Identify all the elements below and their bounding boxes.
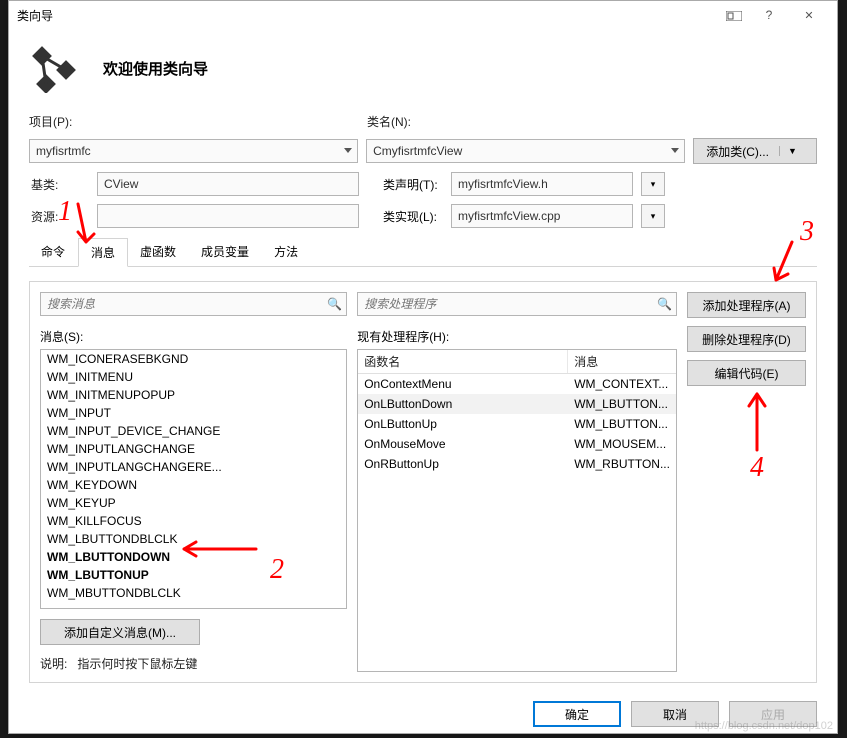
handlers-list-label: 现有处理程序(H): (357, 328, 677, 345)
handler-row[interactable]: OnRButtonUpWM_RBUTTON... (358, 454, 676, 474)
search-handlers: 🔍 (357, 292, 677, 316)
add-handler-button[interactable]: 添加处理程序(A) (687, 292, 806, 318)
description-label: 说明: (40, 657, 67, 671)
message-item[interactable]: WM_MBUTTONDBLCLK (41, 584, 346, 602)
resource-field (97, 204, 359, 228)
message-item[interactable]: WM_INPUTLANGCHANGERE... (41, 458, 346, 476)
tab-pane: 🔍 消息(S): WM_ICONERASEBKGNDWM_INITMENUWM_… (29, 281, 817, 683)
message-item[interactable]: WM_LBUTTONDOWN (41, 548, 346, 566)
help-icon[interactable] (749, 8, 789, 22)
edit-code-button[interactable]: 编辑代码(E) (687, 360, 806, 386)
search-icon[interactable]: 🔍 (657, 297, 672, 311)
classname-label: 类名(N): (367, 113, 687, 130)
delete-handler-button[interactable]: 删除处理程序(D) (687, 326, 806, 352)
tab-messages[interactable]: 消息 (78, 238, 128, 267)
message-item[interactable]: WM_INITMENUPOPUP (41, 386, 346, 404)
message-item[interactable]: WM_INITMENU (41, 368, 346, 386)
handlers-col-fn[interactable]: 函数名 (358, 350, 568, 373)
messages-list-label: 消息(S): (40, 328, 347, 345)
description-row: 说明: 指示何时按下鼠标左键 (40, 655, 347, 672)
handler-fn: OnLButtonUp (358, 415, 568, 433)
search-icon[interactable]: 🔍 (327, 297, 342, 311)
project-select[interactable]: myfisrtmfc (29, 139, 358, 163)
window-state-icon[interactable] (719, 8, 749, 22)
project-label: 项目(P): (29, 113, 359, 130)
chevron-down-icon: ▼ (779, 146, 797, 156)
decl-label: 类声明(T): (383, 176, 443, 193)
impl-label: 类实现(L): (383, 208, 443, 225)
handler-msg: WM_LBUTTON... (568, 415, 676, 433)
handler-fn: OnLButtonDown (358, 395, 568, 413)
add-class-button[interactable]: 添加类(C)...▼ (693, 138, 817, 164)
dialog-title: 欢迎使用类向导 (103, 58, 208, 79)
message-item[interactable]: WM_LBUTTONDBLCLK (41, 530, 346, 548)
messages-list[interactable]: WM_ICONERASEBKGNDWM_INITMENUWM_INITMENUP… (40, 349, 347, 609)
handler-row[interactable]: OnLButtonUpWM_LBUTTON... (358, 414, 676, 434)
tab-methods[interactable]: 方法 (262, 238, 311, 266)
watermark: https://blog.csdn.net/dop102 (695, 720, 833, 732)
resource-label: 资源: (29, 208, 89, 225)
wizard-logo-icon (29, 43, 79, 93)
message-item[interactable]: WM_INPUT (41, 404, 346, 422)
description-text: 指示何时按下鼠标左键 (77, 657, 197, 671)
handler-msg: WM_CONTEXT... (568, 375, 676, 393)
handler-msg: WM_RBUTTON... (568, 455, 676, 473)
dialog-body: 项目(P): 类名(N): myfisrtmfc CmyfisrtmfcView… (9, 113, 837, 683)
message-item[interactable]: WM_KEYDOWN (41, 476, 346, 494)
window-title: 类向导 (17, 7, 719, 24)
message-item[interactable]: WM_KEYUP (41, 494, 346, 512)
titlebar: 类向导 (9, 1, 837, 29)
handler-fn: OnMouseMove (358, 435, 568, 453)
dialog-header: 欢迎使用类向导 (9, 29, 837, 113)
handler-msg: WM_MOUSEM... (568, 435, 676, 453)
search-handlers-input[interactable] (357, 292, 677, 316)
message-item[interactable]: WM_KILLFOCUS (41, 512, 346, 530)
ok-button[interactable]: 确定 (533, 701, 621, 727)
handler-row[interactable]: OnLButtonDownWM_LBUTTON... (358, 394, 676, 414)
handlers-header-row: 函数名 消息 (358, 350, 676, 374)
message-item[interactable]: WM_LBUTTONUP (41, 566, 346, 584)
tab-members[interactable]: 成员变量 (189, 238, 262, 266)
impl-dropdown-button[interactable] (641, 204, 665, 228)
baseclass-field (97, 172, 359, 196)
close-icon[interactable] (789, 8, 829, 22)
message-item[interactable]: WM_ICONERASEBKGND (41, 350, 346, 368)
handler-msg: WM_LBUTTON... (568, 395, 676, 413)
handlers-list[interactable]: 函数名 消息 OnContextMenuWM_CONTEXT...OnLButt… (357, 349, 677, 672)
handlers-col-msg[interactable]: 消息 (568, 350, 676, 373)
handler-fn: OnRButtonUp (358, 455, 568, 473)
add-custom-message-button[interactable]: 添加自定义消息(M)... (40, 619, 200, 645)
decl-dropdown-button[interactable] (641, 172, 665, 196)
baseclass-label: 基类: (29, 176, 89, 193)
handler-row[interactable]: OnMouseMoveWM_MOUSEM... (358, 434, 676, 454)
handler-fn: OnContextMenu (358, 375, 568, 393)
tab-commands[interactable]: 命令 (29, 238, 78, 266)
tab-virtual[interactable]: 虚函数 (128, 238, 189, 266)
tab-bar: 命令 消息 虚函数 成员变量 方法 (29, 238, 817, 267)
class-wizard-dialog: 类向导 欢迎使用类向导 项目(P): 类名(N): myfisrtmfc Cmy… (8, 0, 838, 734)
impl-field (451, 204, 633, 228)
classname-select[interactable]: CmyfisrtmfcView (366, 139, 685, 163)
message-item[interactable]: WM_INPUT_DEVICE_CHANGE (41, 422, 346, 440)
search-messages-input[interactable] (40, 292, 347, 316)
search-messages: 🔍 (40, 292, 347, 316)
decl-field (451, 172, 633, 196)
handler-row[interactable]: OnContextMenuWM_CONTEXT... (358, 374, 676, 394)
message-item[interactable]: WM_INPUTLANGCHANGE (41, 440, 346, 458)
